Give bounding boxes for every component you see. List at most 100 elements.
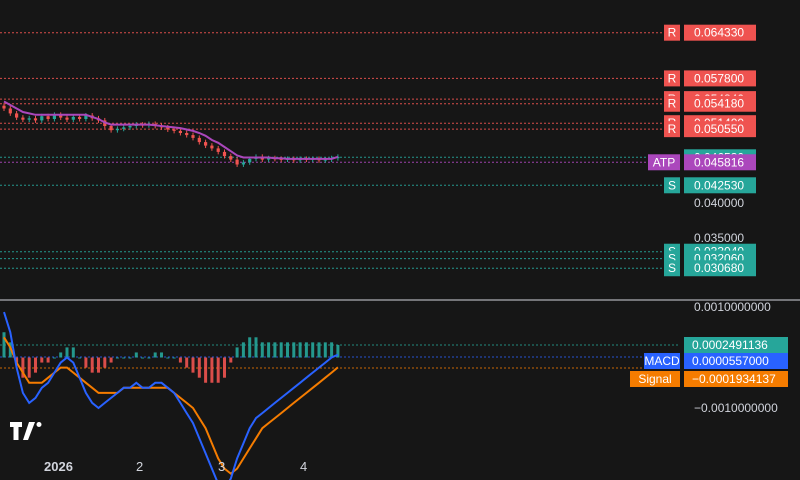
macd-histogram-bar[interactable] bbox=[197, 357, 201, 378]
macd-histogram-bar[interactable] bbox=[115, 357, 119, 359]
macd-histogram-bar[interactable] bbox=[311, 342, 315, 358]
macd-histogram-bar[interactable] bbox=[59, 352, 63, 358]
price-level-value: 0.064330 bbox=[694, 26, 744, 40]
price-level-tag: S bbox=[668, 261, 676, 275]
macd-histogram-bar[interactable] bbox=[279, 342, 283, 358]
macd-histogram-bar[interactable] bbox=[273, 342, 277, 358]
price-level-tag: R bbox=[668, 122, 677, 136]
time-tick-3: 3 bbox=[218, 459, 226, 474]
time-tick-2026: 2026 bbox=[44, 459, 73, 474]
candle-body[interactable] bbox=[40, 116, 44, 121]
macd-histogram-bar[interactable] bbox=[122, 357, 126, 359]
macd-histogram-bar[interactable] bbox=[241, 342, 245, 358]
time-tick-2: 2 bbox=[136, 459, 144, 474]
candle-body[interactable] bbox=[197, 137, 201, 143]
macd-histogram-bar[interactable] bbox=[185, 357, 189, 368]
macd-histogram-bar[interactable] bbox=[52, 357, 56, 359]
macd-axis-tick: 0.0010000000 bbox=[694, 300, 771, 314]
macd-histogram-bar[interactable] bbox=[27, 357, 31, 378]
price-level-value: 0.050550 bbox=[694, 122, 744, 136]
macd-histogram-bar[interactable] bbox=[153, 352, 157, 358]
macd-histogram-bar[interactable] bbox=[292, 342, 296, 358]
macd-histogram-bar[interactable] bbox=[166, 357, 170, 359]
candle-body[interactable] bbox=[27, 118, 31, 120]
price-axis-tick: 0.035000 bbox=[694, 231, 744, 245]
candle-body[interactable] bbox=[191, 135, 195, 138]
macd-histogram-bar[interactable] bbox=[71, 347, 75, 358]
macd-histogram-bar[interactable] bbox=[267, 342, 271, 358]
price-level-tag: R bbox=[668, 71, 677, 85]
candle-body[interactable] bbox=[15, 113, 19, 118]
candle-body[interactable] bbox=[8, 108, 12, 114]
macd-histogram-bar[interactable] bbox=[191, 357, 195, 373]
macd-histogram-bar[interactable] bbox=[109, 357, 113, 363]
macd-histogram-bar[interactable] bbox=[330, 342, 334, 358]
candle-body[interactable] bbox=[248, 158, 252, 163]
atp-line[interactable] bbox=[3, 100, 339, 160]
candle-body[interactable] bbox=[172, 129, 176, 131]
candle-body[interactable] bbox=[65, 117, 69, 120]
candle-body[interactable] bbox=[210, 145, 214, 149]
candle-body[interactable] bbox=[216, 148, 220, 152]
candle-body[interactable] bbox=[229, 156, 233, 160]
candle-body[interactable] bbox=[185, 133, 189, 136]
macd-histogram-bar[interactable] bbox=[298, 342, 302, 358]
macd-histogram-bar[interactable] bbox=[134, 352, 138, 358]
macd-histogram-bar[interactable] bbox=[254, 337, 258, 358]
macd-histogram-bar[interactable] bbox=[160, 352, 163, 358]
macd-histogram-bar[interactable] bbox=[286, 342, 289, 358]
macd-histogram-bar[interactable] bbox=[2, 332, 6, 358]
macd-name: MACD bbox=[644, 354, 680, 368]
candle-body[interactable] bbox=[46, 116, 50, 119]
macd-histogram-bar[interactable] bbox=[147, 357, 151, 359]
candle-body[interactable] bbox=[122, 127, 126, 129]
candle-body[interactable] bbox=[33, 118, 38, 121]
price-level-value: 0.045816 bbox=[694, 155, 744, 169]
candle-body[interactable] bbox=[115, 128, 119, 131]
macd-histogram-bar[interactable] bbox=[84, 357, 88, 368]
macd-histogram-bar[interactable] bbox=[323, 342, 327, 358]
price-level-value: 0.057800 bbox=[694, 71, 744, 85]
candle-body[interactable] bbox=[241, 162, 245, 165]
macd-histogram-bar[interactable] bbox=[210, 357, 214, 383]
macd-histogram-bar[interactable] bbox=[40, 357, 44, 363]
macd-histogram-bar[interactable] bbox=[172, 357, 176, 359]
candle-body[interactable] bbox=[21, 117, 25, 120]
price-axis-tick: 0.040000 bbox=[694, 196, 744, 210]
macd-histogram-bar[interactable] bbox=[46, 357, 50, 363]
macd-histogram-bar[interactable] bbox=[260, 342, 264, 358]
macd-line[interactable] bbox=[3, 311, 339, 480]
macd-histogram-bar[interactable] bbox=[317, 342, 321, 358]
macd-histogram-bar[interactable] bbox=[90, 357, 94, 373]
candle-body[interactable] bbox=[109, 126, 113, 131]
macd-histogram-bar[interactable] bbox=[97, 357, 100, 373]
price-level-tag: ATP bbox=[653, 155, 675, 169]
chart-canvas[interactable]: 0.064330R0.057800R0.054840R0.054180R0.05… bbox=[0, 0, 800, 480]
macd-histogram-bar[interactable] bbox=[34, 357, 37, 373]
candle-body[interactable] bbox=[128, 126, 132, 128]
macd-histogram-bar[interactable] bbox=[304, 342, 308, 358]
price-level-value: 0.030680 bbox=[694, 261, 744, 275]
macd-histogram-bar[interactable] bbox=[223, 357, 226, 378]
candle-body[interactable] bbox=[204, 142, 208, 146]
price-level-value: 0.042530 bbox=[694, 178, 744, 192]
macd-histogram-bar[interactable] bbox=[128, 357, 132, 359]
macd-value: 0.0002491136 bbox=[692, 338, 768, 352]
macd-histogram-bar[interactable] bbox=[78, 357, 82, 359]
macd-histogram-bar[interactable] bbox=[65, 347, 69, 358]
candle-body[interactable] bbox=[71, 116, 75, 120]
macd-histogram-bar[interactable] bbox=[248, 337, 252, 358]
macd-histogram-bar[interactable] bbox=[235, 347, 239, 358]
candle-body[interactable] bbox=[78, 116, 82, 119]
candle-body[interactable] bbox=[178, 130, 182, 133]
macd-histogram-bar[interactable] bbox=[229, 357, 233, 363]
macd-histogram-bar[interactable] bbox=[178, 357, 182, 363]
candle-body[interactable] bbox=[235, 159, 239, 165]
macd-histogram-bar[interactable] bbox=[216, 357, 220, 383]
macd-histogram-bar[interactable] bbox=[204, 357, 208, 383]
price-level-tag: R bbox=[668, 26, 677, 40]
candle-body[interactable] bbox=[2, 105, 6, 109]
candle-body[interactable] bbox=[222, 151, 227, 157]
macd-histogram-bar[interactable] bbox=[103, 357, 107, 368]
macd-histogram-bar[interactable] bbox=[141, 357, 145, 359]
